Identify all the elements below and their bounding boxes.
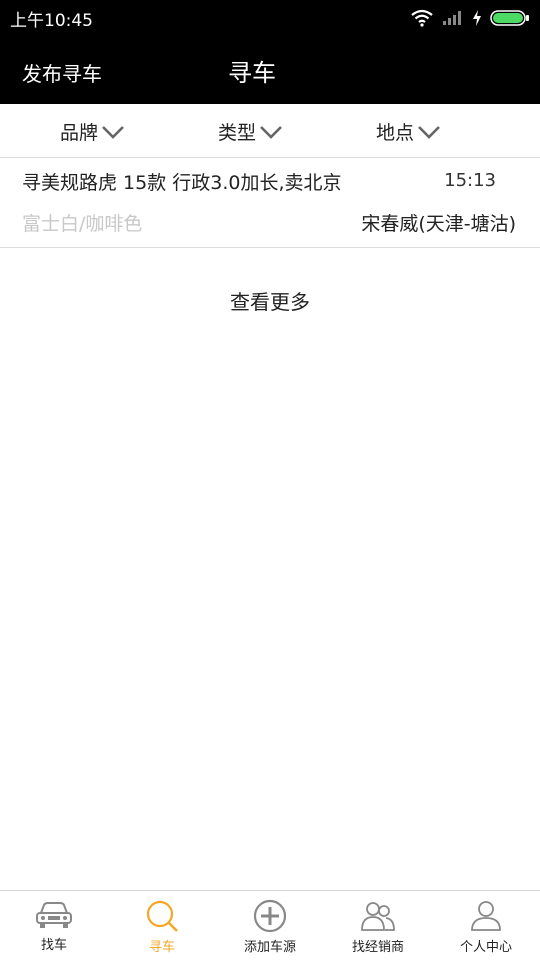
top-header: 发布寻车 寻车 [0, 36, 540, 104]
status-icons [410, 9, 530, 27]
listing-title: 寻美规路虎 15款 行政3.0加长,卖北京 [22, 172, 342, 194]
publish-search-button[interactable]: 发布寻车 [22, 58, 102, 87]
add-circle-icon [253, 899, 287, 933]
filter-type-label: 类型 [218, 122, 257, 144]
listing-seller: 宋春威(天津-塘沽) [361, 213, 516, 235]
listing-color: 富士白/咖啡色 [22, 213, 143, 235]
list-item[interactable]: 寻美规路虎 15款 行政3.0加长,卖北京 15:13 富士白/咖啡色 宋春威(… [0, 158, 540, 248]
chevron-down-icon [102, 125, 124, 139]
person-icon [471, 901, 501, 931]
signal-icon [443, 11, 461, 25]
tab-search-car[interactable]: 寻车 [108, 891, 216, 960]
filter-brand-label: 品牌 [60, 122, 99, 144]
car-icon [36, 902, 72, 928]
battery-icon [490, 10, 529, 26]
search-icon [146, 900, 178, 932]
page-title: 寻车 [228, 59, 276, 87]
tab-profile[interactable]: 个人中心 [432, 891, 540, 960]
tab-add-source-label: 添加车源 [243, 940, 296, 955]
status-bar: 上午10:45 [0, 0, 540, 36]
listing-time: 15:13 [444, 170, 496, 191]
charging-icon [473, 10, 481, 26]
chevron-down-icon [260, 125, 282, 139]
status-time: 上午10:45 [10, 10, 93, 31]
filter-type[interactable]: 类型 [218, 118, 284, 145]
tab-add-source[interactable]: 添加车源 [216, 891, 324, 960]
load-more-button[interactable]: 查看更多 [0, 286, 540, 315]
chevron-down-icon [418, 125, 440, 139]
tab-profile-label: 个人中心 [459, 940, 512, 955]
filter-location[interactable]: 地点 [376, 118, 442, 145]
filter-location-label: 地点 [376, 122, 415, 144]
tab-find-dealer[interactable]: 找经销商 [324, 891, 432, 960]
dealers-icon [361, 902, 395, 931]
filter-brand[interactable]: 品牌 [60, 118, 126, 145]
filter-bar: 品牌 类型 地点 [0, 104, 540, 158]
tab-search-car-label: 寻车 [148, 940, 175, 955]
tab-find-car[interactable]: 找车 [0, 891, 108, 960]
wifi-icon [411, 9, 433, 27]
bottom-tab-bar: 找车 寻车 添加车源 找经销商 个人中心 [0, 890, 540, 960]
tab-find-car-label: 找车 [40, 938, 67, 953]
tab-find-dealer-label: 找经销商 [351, 940, 404, 955]
